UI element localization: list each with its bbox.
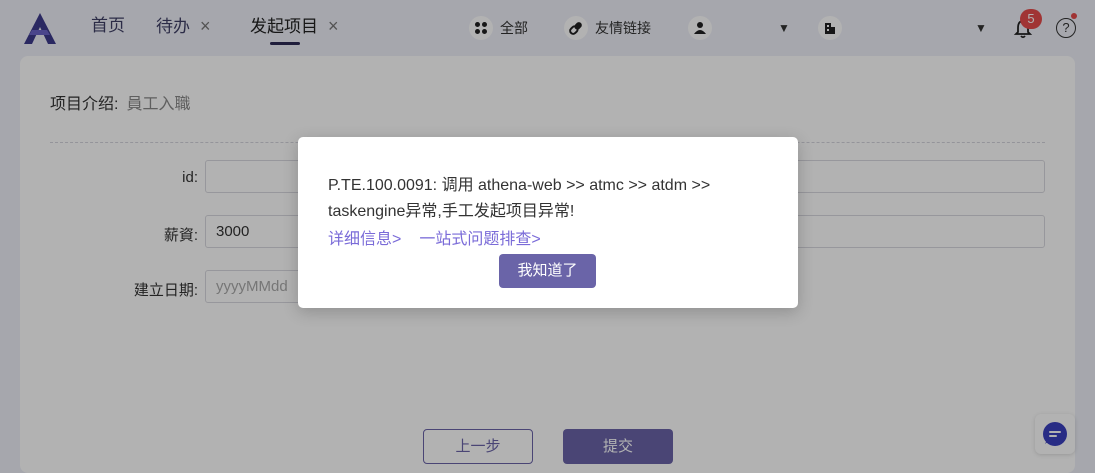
- error-dialog: P.TE.100.0091: 调用 athena-web >> atmc >> …: [298, 137, 798, 308]
- dialog-links: 详细信息> 一站式问题排查>: [328, 225, 559, 249]
- acknowledge-button[interactable]: 我知道了: [499, 254, 596, 288]
- error-message: P.TE.100.0091: 调用 athena-web >> atmc >> …: [328, 177, 711, 220]
- troubleshoot-link[interactable]: 一站式问题排查>: [419, 231, 540, 248]
- detail-info-link[interactable]: 详细信息>: [328, 231, 401, 248]
